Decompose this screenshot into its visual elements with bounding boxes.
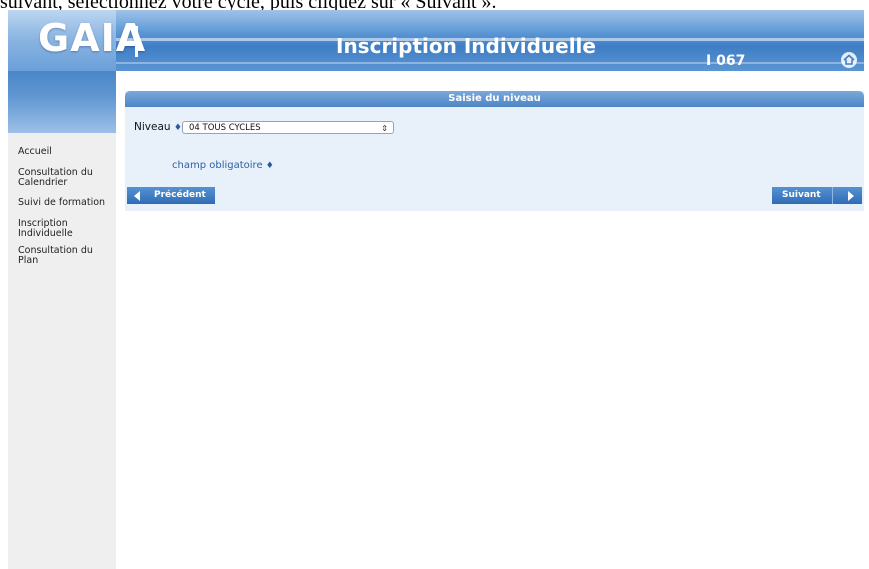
button-divider — [832, 187, 833, 204]
niveau-select[interactable]: 04 TOUS CYCLES ⇕ — [182, 121, 394, 134]
section-title: Saisie du niveau — [125, 91, 864, 107]
sidebar-banner — [8, 71, 116, 133]
sidebar-item-consultation-calendrier[interactable]: Consultation du Calendrier — [18, 168, 114, 188]
document-caption: suivant, sélectionnez votre cycle, puis … — [0, 0, 869, 10]
next-button[interactable]: Suivant — [772, 187, 862, 204]
next-button-label: Suivant — [782, 190, 821, 200]
updown-arrows-icon: ⇕ — [381, 124, 388, 133]
sidebar-item-consultation-plan[interactable]: Consultation du Plan — [18, 246, 114, 266]
required-marker: ♦ — [265, 161, 274, 171]
home-icon[interactable] — [840, 51, 858, 69]
form-panel: Saisie du niveau Niveau ♦ 04 TOUS CYCLES… — [125, 91, 864, 211]
niveau-select-value: 04 TOUS CYCLES — [189, 123, 261, 133]
required-note: champ obligatoire ♦ — [172, 160, 274, 171]
sidebar-item-suivi-formation[interactable]: Suivi de formation — [18, 198, 114, 208]
required-note-text: champ obligatoire — [172, 160, 263, 171]
app-header: GAIA Inscription Individuelle I 067 — [8, 10, 864, 71]
logo-divider — [135, 26, 138, 57]
page-code: I 067 — [706, 53, 746, 69]
arrow-left-icon — [134, 191, 140, 201]
sidebar-item-inscription-individuelle[interactable]: Inscription Individuelle — [18, 219, 114, 239]
arrow-right-icon — [848, 191, 854, 201]
app-logo: GAIA — [38, 16, 147, 60]
niveau-label: Niveau ♦ — [134, 121, 182, 133]
niveau-label-text: Niveau — [134, 121, 171, 133]
sidebar-item-accueil[interactable]: Accueil — [18, 147, 114, 157]
previous-button[interactable]: Précédent — [127, 187, 215, 204]
page-title: Inscription Individuelle — [336, 34, 596, 58]
required-marker: ♦ — [173, 123, 182, 133]
previous-button-label: Précédent — [154, 190, 206, 200]
